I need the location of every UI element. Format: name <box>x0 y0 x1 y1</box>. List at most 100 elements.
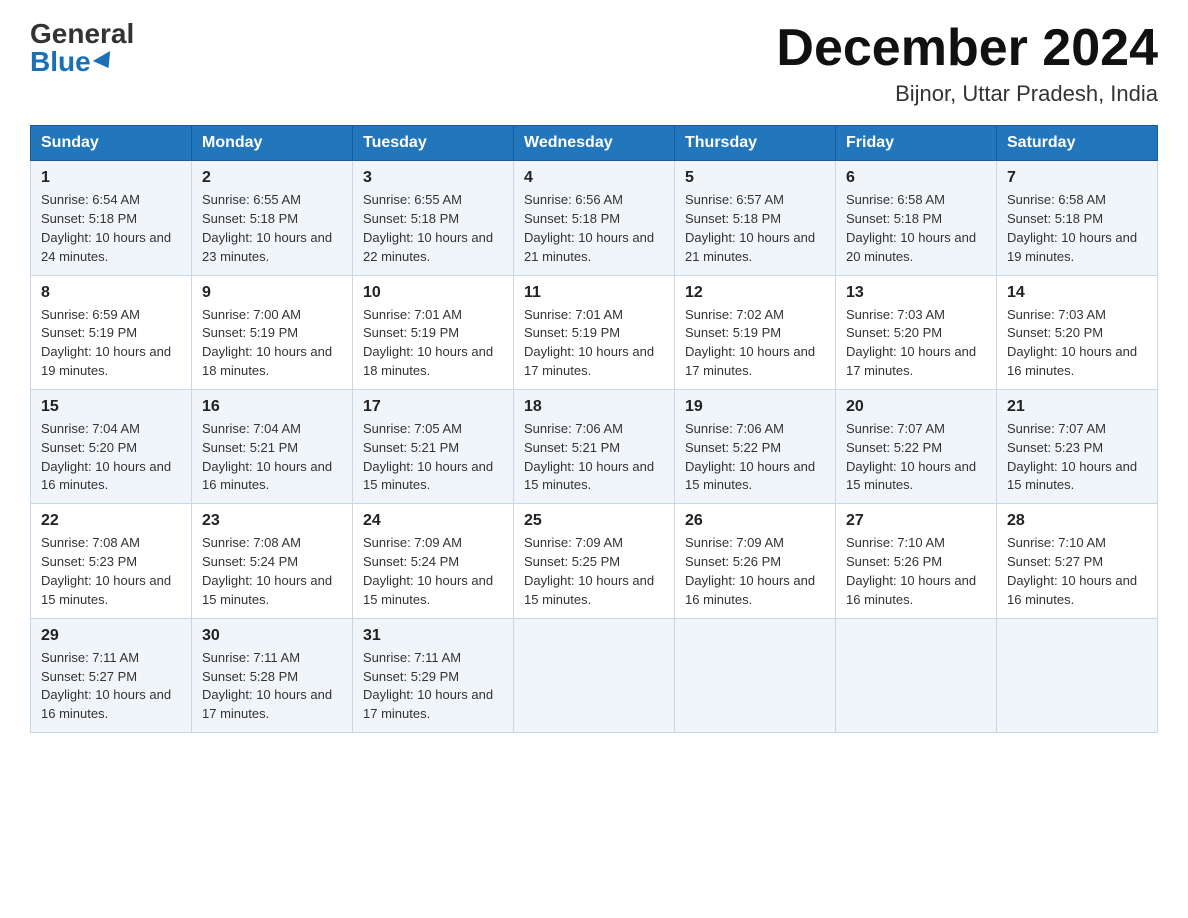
calendar-cell: 9 Sunrise: 7:00 AM Sunset: 5:19 PM Dayli… <box>192 275 353 389</box>
calendar-week-row: 15 Sunrise: 7:04 AM Sunset: 5:20 PM Dayl… <box>31 389 1158 503</box>
calendar-cell: 15 Sunrise: 7:04 AM Sunset: 5:20 PM Dayl… <box>31 389 192 503</box>
day-info: Sunrise: 7:11 AM Sunset: 5:29 PM Dayligh… <box>363 649 503 724</box>
page-header: General Blue December 2024 Bijnor, Uttar… <box>30 20 1158 107</box>
calendar-cell: 12 Sunrise: 7:02 AM Sunset: 5:19 PM Dayl… <box>675 275 836 389</box>
calendar-cell: 26 Sunrise: 7:09 AM Sunset: 5:26 PM Dayl… <box>675 504 836 618</box>
calendar-week-row: 29 Sunrise: 7:11 AM Sunset: 5:27 PM Dayl… <box>31 618 1158 732</box>
column-header-wednesday: Wednesday <box>514 126 675 161</box>
day-info: Sunrise: 7:01 AM Sunset: 5:19 PM Dayligh… <box>524 306 664 381</box>
day-number: 3 <box>363 169 503 187</box>
day-number: 25 <box>524 512 664 530</box>
calendar-cell: 11 Sunrise: 7:01 AM Sunset: 5:19 PM Dayl… <box>514 275 675 389</box>
day-number: 22 <box>41 512 181 530</box>
day-number: 30 <box>202 627 342 645</box>
calendar-cell: 16 Sunrise: 7:04 AM Sunset: 5:21 PM Dayl… <box>192 389 353 503</box>
day-info: Sunrise: 7:10 AM Sunset: 5:26 PM Dayligh… <box>846 534 986 609</box>
day-number: 16 <box>202 398 342 416</box>
day-number: 13 <box>846 284 986 302</box>
day-info: Sunrise: 7:11 AM Sunset: 5:28 PM Dayligh… <box>202 649 342 724</box>
calendar-cell <box>675 618 836 732</box>
day-number: 10 <box>363 284 503 302</box>
day-info: Sunrise: 7:11 AM Sunset: 5:27 PM Dayligh… <box>41 649 181 724</box>
day-number: 28 <box>1007 512 1147 530</box>
calendar-cell: 22 Sunrise: 7:08 AM Sunset: 5:23 PM Dayl… <box>31 504 192 618</box>
calendar-cell: 17 Sunrise: 7:05 AM Sunset: 5:21 PM Dayl… <box>353 389 514 503</box>
day-number: 12 <box>685 284 825 302</box>
calendar-cell <box>997 618 1158 732</box>
day-number: 26 <box>685 512 825 530</box>
day-number: 31 <box>363 627 503 645</box>
day-info: Sunrise: 7:05 AM Sunset: 5:21 PM Dayligh… <box>363 420 503 495</box>
calendar-cell: 3 Sunrise: 6:55 AM Sunset: 5:18 PM Dayli… <box>353 161 514 275</box>
calendar-cell: 20 Sunrise: 7:07 AM Sunset: 5:22 PM Dayl… <box>836 389 997 503</box>
column-header-monday: Monday <box>192 126 353 161</box>
calendar-cell: 28 Sunrise: 7:10 AM Sunset: 5:27 PM Dayl… <box>997 504 1158 618</box>
calendar-cell <box>514 618 675 732</box>
day-info: Sunrise: 6:56 AM Sunset: 5:18 PM Dayligh… <box>524 191 664 266</box>
calendar-week-row: 1 Sunrise: 6:54 AM Sunset: 5:18 PM Dayli… <box>31 161 1158 275</box>
calendar-cell: 30 Sunrise: 7:11 AM Sunset: 5:28 PM Dayl… <box>192 618 353 732</box>
calendar-cell: 7 Sunrise: 6:58 AM Sunset: 5:18 PM Dayli… <box>997 161 1158 275</box>
calendar-cell: 5 Sunrise: 6:57 AM Sunset: 5:18 PM Dayli… <box>675 161 836 275</box>
day-info: Sunrise: 7:01 AM Sunset: 5:19 PM Dayligh… <box>363 306 503 381</box>
day-number: 6 <box>846 169 986 187</box>
day-number: 18 <box>524 398 664 416</box>
day-number: 11 <box>524 284 664 302</box>
calendar-week-row: 8 Sunrise: 6:59 AM Sunset: 5:19 PM Dayli… <box>31 275 1158 389</box>
day-info: Sunrise: 7:03 AM Sunset: 5:20 PM Dayligh… <box>846 306 986 381</box>
day-info: Sunrise: 7:09 AM Sunset: 5:24 PM Dayligh… <box>363 534 503 609</box>
day-number: 20 <box>846 398 986 416</box>
calendar-cell: 2 Sunrise: 6:55 AM Sunset: 5:18 PM Dayli… <box>192 161 353 275</box>
day-info: Sunrise: 6:59 AM Sunset: 5:19 PM Dayligh… <box>41 306 181 381</box>
calendar-cell <box>836 618 997 732</box>
month-title: December 2024 <box>776 20 1158 77</box>
calendar-body: 1 Sunrise: 6:54 AM Sunset: 5:18 PM Dayli… <box>31 161 1158 733</box>
calendar-cell: 21 Sunrise: 7:07 AM Sunset: 5:23 PM Dayl… <box>997 389 1158 503</box>
calendar-cell: 27 Sunrise: 7:10 AM Sunset: 5:26 PM Dayl… <box>836 504 997 618</box>
calendar-cell: 25 Sunrise: 7:09 AM Sunset: 5:25 PM Dayl… <box>514 504 675 618</box>
calendar-cell: 4 Sunrise: 6:56 AM Sunset: 5:18 PM Dayli… <box>514 161 675 275</box>
calendar-table: SundayMondayTuesdayWednesdayThursdayFrid… <box>30 125 1158 733</box>
day-number: 8 <box>41 284 181 302</box>
calendar-week-row: 22 Sunrise: 7:08 AM Sunset: 5:23 PM Dayl… <box>31 504 1158 618</box>
day-number: 7 <box>1007 169 1147 187</box>
day-info: Sunrise: 7:10 AM Sunset: 5:27 PM Dayligh… <box>1007 534 1147 609</box>
day-number: 29 <box>41 627 181 645</box>
calendar-cell: 19 Sunrise: 7:06 AM Sunset: 5:22 PM Dayl… <box>675 389 836 503</box>
calendar-cell: 18 Sunrise: 7:06 AM Sunset: 5:21 PM Dayl… <box>514 389 675 503</box>
day-info: Sunrise: 7:03 AM Sunset: 5:20 PM Dayligh… <box>1007 306 1147 381</box>
calendar-cell: 23 Sunrise: 7:08 AM Sunset: 5:24 PM Dayl… <box>192 504 353 618</box>
day-info: Sunrise: 6:57 AM Sunset: 5:18 PM Dayligh… <box>685 191 825 266</box>
calendar-cell: 10 Sunrise: 7:01 AM Sunset: 5:19 PM Dayl… <box>353 275 514 389</box>
day-info: Sunrise: 7:09 AM Sunset: 5:26 PM Dayligh… <box>685 534 825 609</box>
logo: General Blue <box>30 20 134 76</box>
day-info: Sunrise: 7:06 AM Sunset: 5:21 PM Dayligh… <box>524 420 664 495</box>
column-header-thursday: Thursday <box>675 126 836 161</box>
day-number: 23 <box>202 512 342 530</box>
calendar-cell: 14 Sunrise: 7:03 AM Sunset: 5:20 PM Dayl… <box>997 275 1158 389</box>
day-info: Sunrise: 7:07 AM Sunset: 5:22 PM Dayligh… <box>846 420 986 495</box>
logo-general-text: General <box>30 20 134 48</box>
location-label: Bijnor, Uttar Pradesh, India <box>776 81 1158 107</box>
day-info: Sunrise: 7:00 AM Sunset: 5:19 PM Dayligh… <box>202 306 342 381</box>
day-number: 14 <box>1007 284 1147 302</box>
calendar-cell: 13 Sunrise: 7:03 AM Sunset: 5:20 PM Dayl… <box>836 275 997 389</box>
day-number: 15 <box>41 398 181 416</box>
day-info: Sunrise: 6:55 AM Sunset: 5:18 PM Dayligh… <box>363 191 503 266</box>
day-info: Sunrise: 6:55 AM Sunset: 5:18 PM Dayligh… <box>202 191 342 266</box>
day-info: Sunrise: 7:08 AM Sunset: 5:24 PM Dayligh… <box>202 534 342 609</box>
calendar-cell: 24 Sunrise: 7:09 AM Sunset: 5:24 PM Dayl… <box>353 504 514 618</box>
day-info: Sunrise: 6:58 AM Sunset: 5:18 PM Dayligh… <box>1007 191 1147 266</box>
column-header-sunday: Sunday <box>31 126 192 161</box>
header-right: December 2024 Bijnor, Uttar Pradesh, Ind… <box>776 20 1158 107</box>
day-info: Sunrise: 7:04 AM Sunset: 5:21 PM Dayligh… <box>202 420 342 495</box>
day-number: 2 <box>202 169 342 187</box>
calendar-cell: 8 Sunrise: 6:59 AM Sunset: 5:19 PM Dayli… <box>31 275 192 389</box>
day-info: Sunrise: 6:54 AM Sunset: 5:18 PM Dayligh… <box>41 191 181 266</box>
calendar-cell: 1 Sunrise: 6:54 AM Sunset: 5:18 PM Dayli… <box>31 161 192 275</box>
day-info: Sunrise: 6:58 AM Sunset: 5:18 PM Dayligh… <box>846 191 986 266</box>
day-info: Sunrise: 7:09 AM Sunset: 5:25 PM Dayligh… <box>524 534 664 609</box>
calendar-header-row: SundayMondayTuesdayWednesdayThursdayFrid… <box>31 126 1158 161</box>
column-header-saturday: Saturday <box>997 126 1158 161</box>
day-info: Sunrise: 7:06 AM Sunset: 5:22 PM Dayligh… <box>685 420 825 495</box>
